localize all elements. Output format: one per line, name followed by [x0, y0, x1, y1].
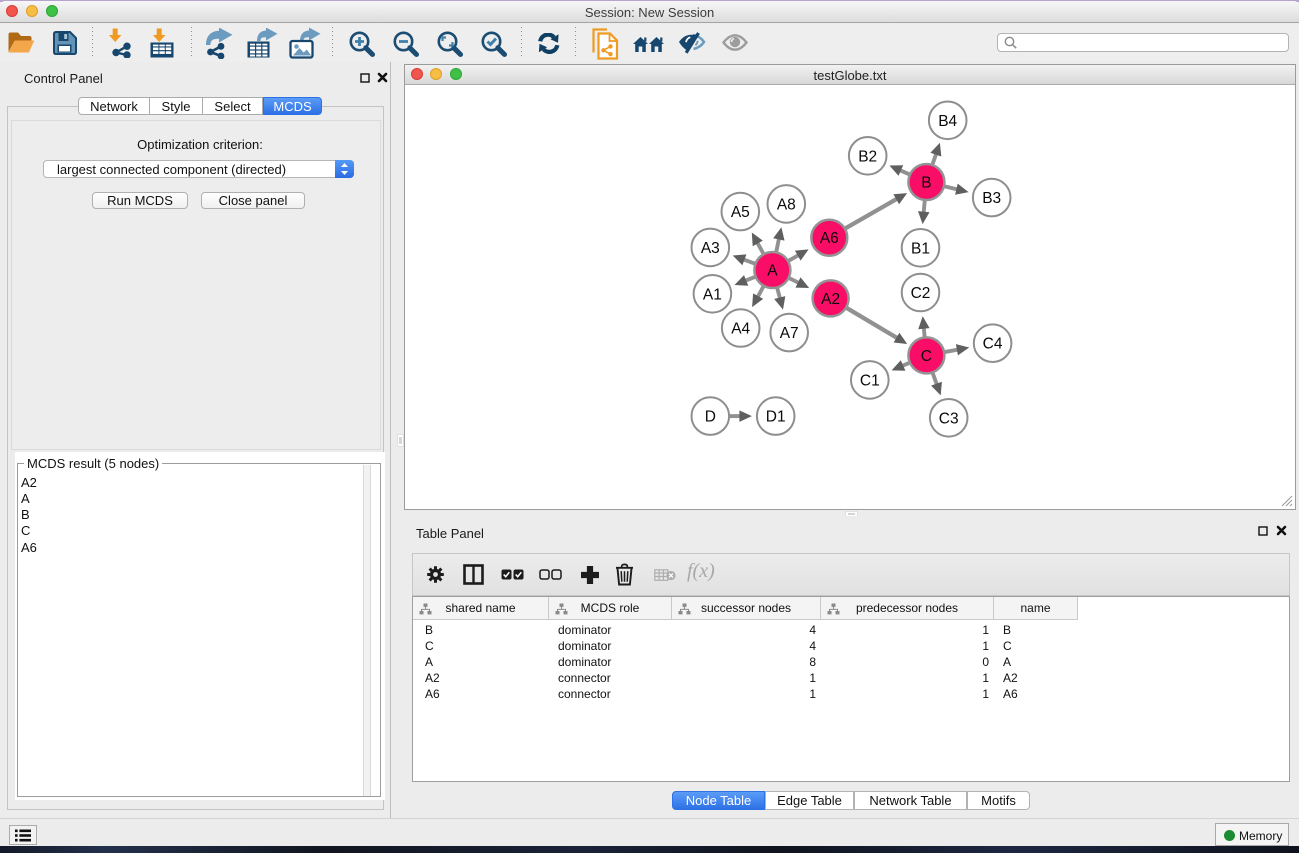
svg-text:D: D — [705, 409, 716, 426]
svg-text:A2: A2 — [821, 291, 840, 308]
svg-text:A: A — [767, 263, 778, 280]
svg-text:C1: C1 — [860, 372, 880, 389]
svg-text:B2: B2 — [858, 148, 877, 165]
svg-text:D1: D1 — [766, 409, 786, 426]
svg-text:B1: B1 — [911, 240, 930, 257]
svg-text:C2: C2 — [911, 285, 931, 302]
svg-text:A5: A5 — [731, 204, 750, 221]
svg-text:C3: C3 — [939, 410, 959, 427]
svg-text:B: B — [921, 175, 931, 192]
svg-text:C4: C4 — [983, 336, 1003, 353]
svg-text:A4: A4 — [731, 321, 750, 338]
svg-text:A7: A7 — [780, 325, 799, 342]
svg-text:B4: B4 — [938, 113, 957, 130]
svg-text:A1: A1 — [703, 286, 722, 303]
svg-text:C: C — [921, 348, 932, 365]
svg-text:A6: A6 — [820, 230, 839, 247]
svg-text:A3: A3 — [701, 240, 720, 257]
svg-text:B3: B3 — [982, 190, 1001, 207]
svg-text:A8: A8 — [777, 196, 796, 213]
